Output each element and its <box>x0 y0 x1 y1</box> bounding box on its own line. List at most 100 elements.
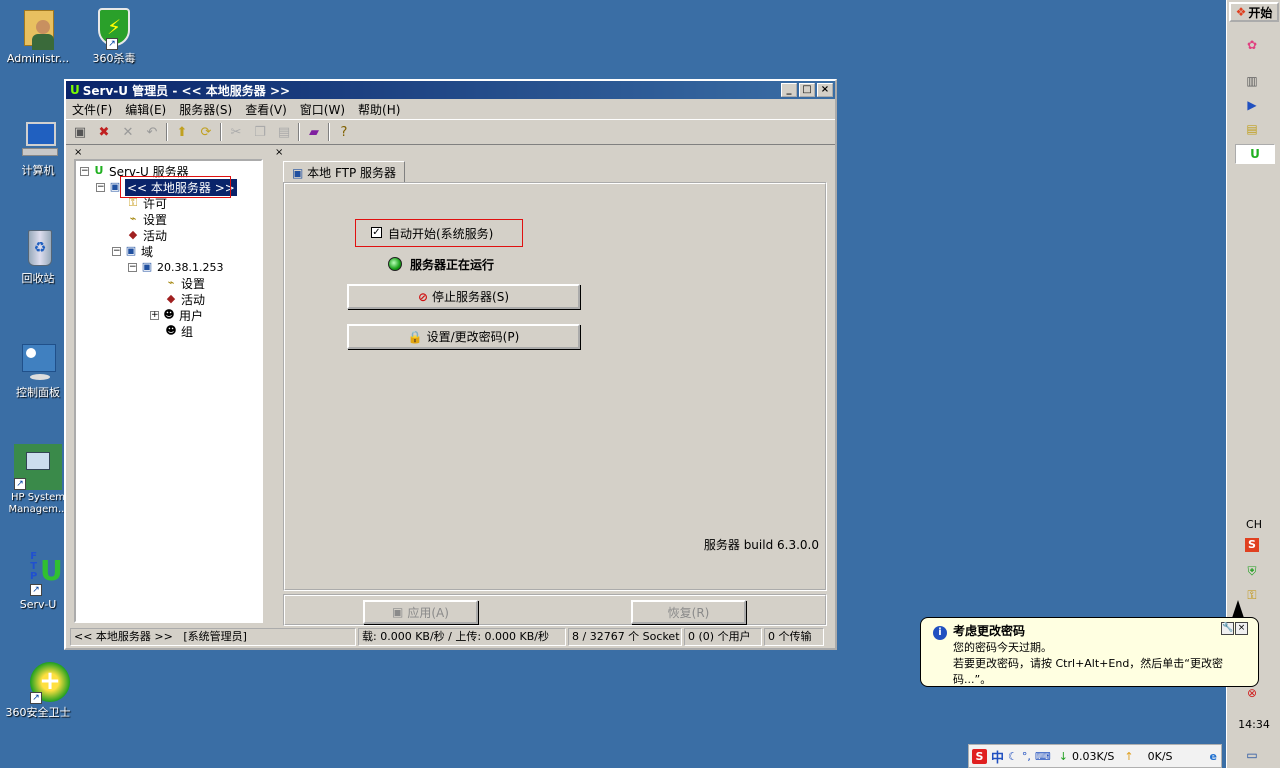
ie-icon[interactable]: e <box>1210 750 1217 763</box>
clock[interactable]: 14:34 <box>1227 718 1280 731</box>
domain-computer-icon: ▣ <box>125 244 137 257</box>
status-transfer-rate: 载: 0.000 KB/秒 / 上传: 0.000 KB/秒 <box>358 628 566 646</box>
punctuation-icon[interactable]: °, <box>1022 750 1031 763</box>
password-expiry-balloon[interactable]: i 🔧 × 考虑更改密码 您的密码今天过期。 若要更改密码，请按 Ctrl+Al… <box>920 600 1259 687</box>
collapse-icon[interactable]: − <box>80 166 89 176</box>
tree-item-groups[interactable]: ☻ 组 <box>164 323 193 339</box>
desktop-icon-360-security-guard[interactable]: + ↗ 360安全卫士 <box>0 660 76 719</box>
collapse-icon[interactable]: − <box>96 182 105 192</box>
book-icon[interactable]: ▰ <box>304 122 324 142</box>
settings-chart-icon: ⌁ <box>129 212 137 225</box>
collapse-icon[interactable]: − <box>128 262 137 272</box>
maximize-button[interactable]: □ <box>799 83 815 97</box>
sogou-icon[interactable]: S <box>972 748 987 764</box>
show-desktop-icon[interactable]: ▭ <box>1243 746 1261 764</box>
language-indicator[interactable]: CH <box>1227 518 1280 531</box>
status-sockets: 8 / 32767 个 Socket <box>568 628 682 646</box>
tree-item-domain-ip[interactable]: − ▣ 20.38.1.253 <box>128 259 223 275</box>
ime-chinese-mode[interactable]: 中 <box>991 747 1004 766</box>
help-icon[interactable]: ? <box>334 122 354 142</box>
menu-window[interactable]: 窗口(W) <box>300 101 345 118</box>
tree-item-label: 20.38.1.253 <box>157 260 224 274</box>
explorer-icon[interactable]: ▤ <box>1243 120 1261 138</box>
server-manager-icon[interactable]: ▥ <box>1243 72 1261 90</box>
tree-item-domain-settings[interactable]: ⌁ 设置 <box>164 275 205 291</box>
moon-icon[interactable]: ☾ <box>1008 750 1018 763</box>
tree-item-label: 用户 <box>179 308 204 323</box>
tree-item-label: 域 <box>141 244 154 259</box>
tree-item-users[interactable]: + ☻ 用户 <box>150 307 203 323</box>
stop-server-button[interactable]: ⊘ 停止服务器(S) <box>347 284 580 309</box>
set-password-button[interactable]: 🔒 设置/更改密码(P) <box>347 324 580 349</box>
tree-item-domains[interactable]: − ▣ 域 <box>112 243 153 259</box>
expand-icon[interactable]: + <box>150 310 159 320</box>
serv-u-logo-icon: U <box>94 164 104 177</box>
close-pane-icon[interactable]: × <box>74 148 263 158</box>
cancel-icon[interactable]: ✕ <box>118 122 138 142</box>
serv-u-task-icon[interactable]: U <box>1235 144 1275 164</box>
window-title: Serv-U 管理员 - << 本地服务器 >> <box>82 83 291 98</box>
save-icon[interactable]: ▣ <box>70 122 90 142</box>
powershell-icon[interactable]: ▶ <box>1243 96 1261 114</box>
tab-local-ftp-server[interactable]: ▣ 本地 FTP 服务器 <box>283 161 406 183</box>
menu-view[interactable]: 查看(V) <box>245 101 287 118</box>
folder-up-icon[interactable]: ⬆ <box>172 122 192 142</box>
balloon-title: 考虑更改密码 <box>953 624 1026 638</box>
download-speed: 0.03K/S <box>1072 749 1115 763</box>
360-shield-tray-icon[interactable]: ⛨ <box>1243 562 1261 580</box>
lock-icon: 🔒 <box>407 329 423 344</box>
window-titlebar[interactable]: U Serv-U 管理员 - << 本地服务器 >> _ □ × <box>66 81 835 99</box>
tree-item-label: 许可 <box>143 196 168 211</box>
tree-item-license[interactable]: ⚿ 许可 <box>126 195 167 211</box>
sogou-tray-icon[interactable]: S <box>1245 538 1259 552</box>
ime-toolbar: S 中 ☾ °, ⌨ ↓ 0.03K/S ↑ 0K/S e <box>968 744 1222 768</box>
menu-server[interactable]: 服务器(S) <box>179 101 232 118</box>
quicklaunch-app-icon[interactable]: ✿ <box>1243 36 1261 54</box>
tree-item-activity[interactable]: ◆ 活动 <box>126 227 167 243</box>
button-bar: ▣ 应用(A) 恢复(R) <box>283 594 827 626</box>
users-icon: ☻ <box>163 308 175 321</box>
collapse-icon[interactable]: − <box>112 246 121 256</box>
tree-item-domain-activity[interactable]: ◆ 活动 <box>164 291 205 307</box>
auto-start-checkbox[interactable]: ✓ <box>371 227 382 238</box>
desktop-icon-360-antivirus[interactable]: ⚡ ↗ 360杀毒 <box>76 6 152 65</box>
tree-item-settings[interactable]: ⌁ 设置 <box>126 211 167 227</box>
button-label: 恢复(R) <box>667 605 710 620</box>
close-button[interactable]: × <box>817 83 833 97</box>
copy-icon[interactable]: ❐ <box>250 122 270 142</box>
desktop-icon-label: 360杀毒 <box>92 52 136 65</box>
delete-icon[interactable]: ✖ <box>94 122 114 142</box>
cut-icon[interactable]: ✂ <box>226 122 246 142</box>
menu-bar: 文件(F) 编辑(E) 服务器(S) 查看(V) 窗口(W) 帮助(H) <box>66 99 835 119</box>
shortcut-arrow-icon: ↗ <box>106 38 118 50</box>
start-label: 开始 <box>1248 5 1273 20</box>
menu-edit[interactable]: 编辑(E) <box>125 101 166 118</box>
undo-icon[interactable]: ↶ <box>142 122 162 142</box>
start-button[interactable]: ❖ 开始 <box>1229 2 1279 22</box>
menu-file[interactable]: 文件(F) <box>72 101 112 118</box>
restore-button[interactable]: 恢复(R) <box>631 600 746 624</box>
build-version-text: 服务器 build 6.3.0.0 <box>703 538 819 552</box>
balloon-close-button[interactable]: × <box>1235 622 1248 635</box>
balloon-options-icon[interactable]: 🔧 <box>1221 622 1234 635</box>
desktop-icon-administrator[interactable]: Administr... <box>0 6 76 65</box>
apply-button[interactable]: ▣ 应用(A) <box>363 600 478 624</box>
folder-refresh-icon[interactable]: ⟳ <box>196 122 216 142</box>
paste-icon[interactable]: ▤ <box>274 122 294 142</box>
close-pane-icon[interactable]: × <box>275 148 827 158</box>
tree-item-label: 设置 <box>143 212 168 227</box>
save-icon: ▣ <box>392 605 404 619</box>
auto-start-label[interactable]: 自动开始(系统服务) <box>388 225 493 242</box>
key-icon: ⚿ <box>128 196 138 209</box>
shortcut-arrow-icon: ↗ <box>30 584 42 596</box>
groups-icon: ☻ <box>165 324 177 337</box>
download-arrow-icon: ↓ <box>1058 749 1068 763</box>
menu-help[interactable]: 帮助(H) <box>358 101 400 118</box>
keyboard-icon[interactable]: ⌨ <box>1035 750 1051 763</box>
toolbar-separator <box>298 123 300 141</box>
minimize-button[interactable]: _ <box>781 83 797 97</box>
button-label: 停止服务器(S) <box>432 290 510 304</box>
server-panel: ✓ 自动开始(系统服务) 服务器正在运行 ⊘ 停止服务器(S) 🔒 设置/更改密… <box>283 182 827 591</box>
key-tray-icon[interactable]: ⚿ <box>1243 586 1261 604</box>
activity-icon: ◆ <box>166 292 176 305</box>
